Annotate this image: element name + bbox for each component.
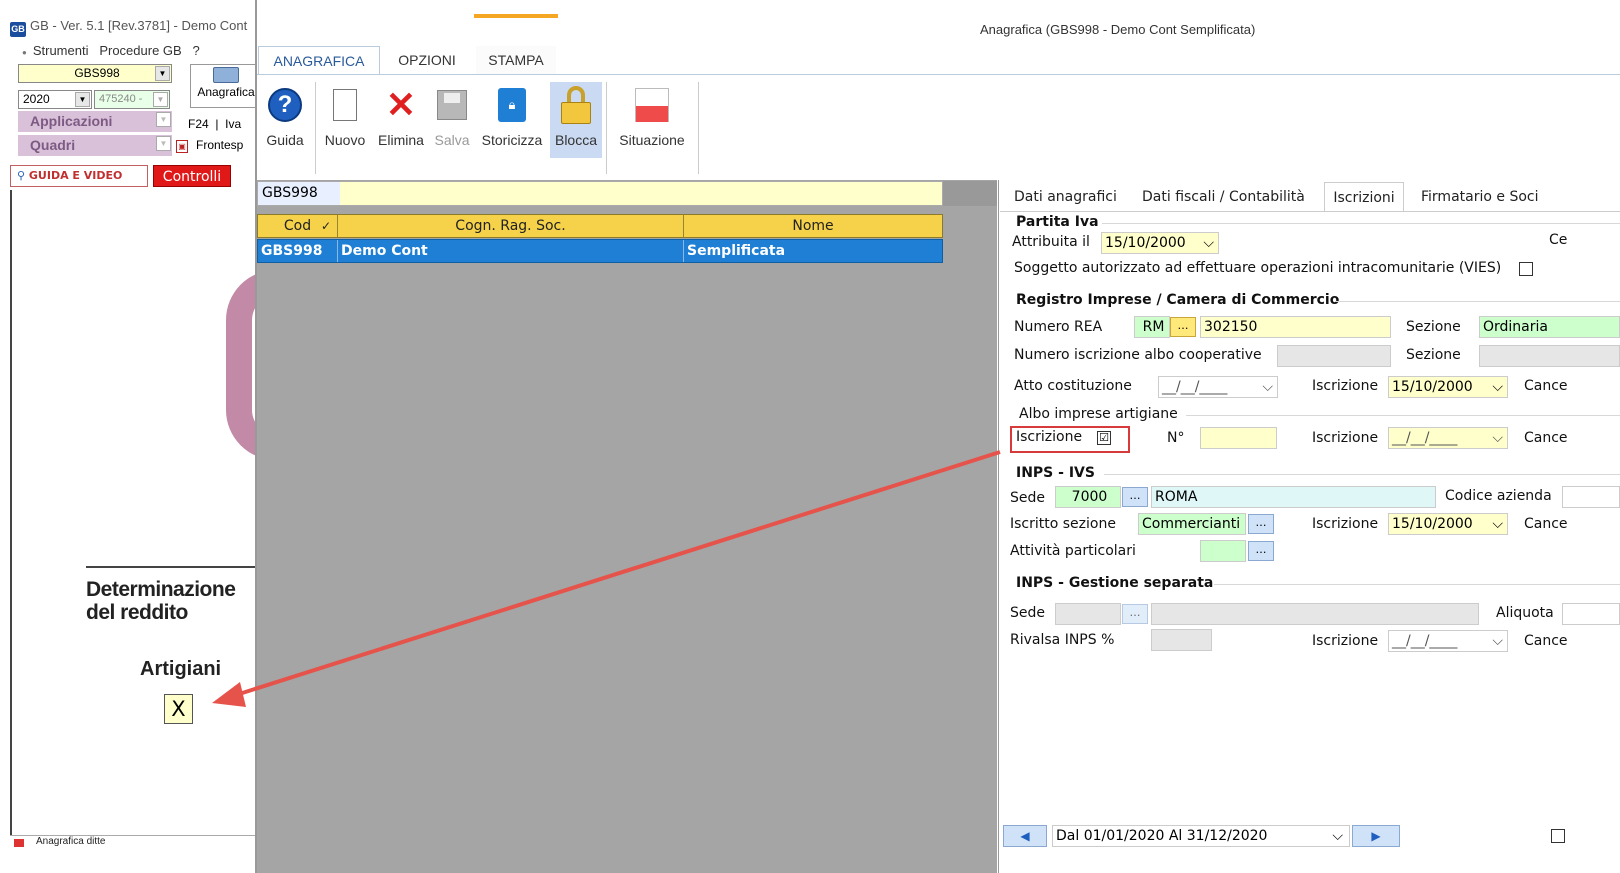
arrow-shaft	[235, 450, 1001, 697]
arrow-head-icon	[212, 682, 246, 707]
annotation-arrow	[212, 450, 1001, 707]
